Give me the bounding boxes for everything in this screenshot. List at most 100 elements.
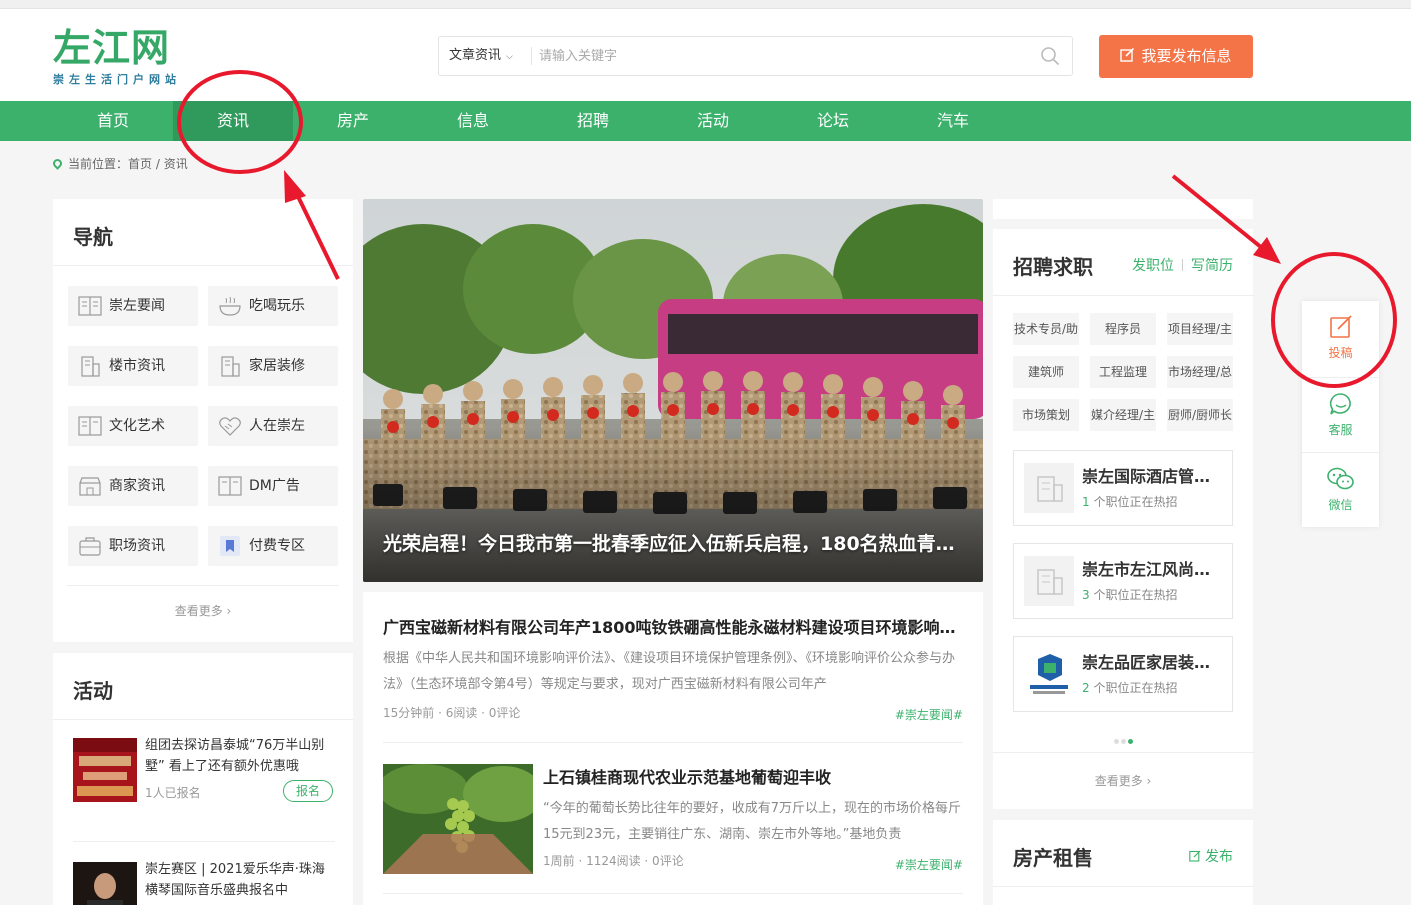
category-dm-ads[interactable]: DM广告 — [208, 466, 338, 506]
search-type-label: 文章资讯 — [449, 48, 502, 63]
job-tag[interactable]: 市场策划 — [1013, 399, 1079, 431]
category-merchant-news[interactable]: 商家资讯 — [68, 466, 198, 506]
article-tag[interactable]: #崇左要闻# — [895, 856, 963, 873]
post-job-link[interactable]: 发职位 — [1132, 258, 1174, 274]
category-chongzuo-news[interactable]: 崇左要闻 — [68, 286, 198, 326]
customer-service-label: 客服 — [1328, 423, 1353, 437]
article-tag[interactable]: #崇左要闻# — [895, 706, 963, 723]
divider — [53, 265, 353, 266]
category-label: 文化艺术 — [109, 418, 165, 434]
publish-info-button[interactable]: 我要发布信息 — [1099, 35, 1253, 78]
job-tag[interactable]: 媒介经理/主 — [1090, 399, 1156, 431]
carousel-dot-active[interactable] — [1127, 739, 1133, 744]
job-tag[interactable]: 程序员 — [1090, 313, 1156, 345]
article-thumbnail[interactable] — [383, 764, 533, 874]
activity-signup-count: 1人已报名 — [145, 786, 201, 800]
carousel-dots — [993, 729, 1253, 748]
job-tag[interactable]: 技术专员/助 — [1013, 313, 1079, 345]
housing-card: 房产租售 发布 — [993, 820, 1253, 905]
handshake-icon — [219, 417, 241, 436]
book-icon — [78, 416, 102, 436]
nav-item-info[interactable]: 信息 — [413, 101, 533, 141]
company-name: 崇左品匠家居装饰有限公司 — [1082, 653, 1222, 672]
job-tag[interactable]: 厨师/厨师长 — [1167, 399, 1233, 431]
building-icon — [81, 356, 100, 377]
nav-item-events[interactable]: 活动 — [653, 101, 773, 141]
hero-caption[interactable]: 光荣启程！今日我市第一批春季应征入伍新兵启程，180名热血青年奔赴军营 — [383, 529, 963, 556]
edit-icon — [1120, 48, 1135, 62]
category-culture-art[interactable]: 文化艺术 — [68, 406, 198, 446]
search-type-select[interactable]: 文章资讯 ⌵ — [449, 37, 513, 75]
activity-title: 活动 — [73, 679, 113, 703]
search-icon[interactable] — [1040, 46, 1060, 66]
job-tag[interactable]: 项目经理/主 — [1167, 313, 1233, 345]
category-label: 付费专区 — [249, 538, 305, 554]
category-paid-zone[interactable]: 付费专区 — [208, 526, 338, 566]
submit-article-button[interactable]: 投稿 — [1302, 301, 1379, 376]
signup-button[interactable]: 报名 — [283, 780, 333, 802]
jobs-title: 招聘求职 — [1013, 255, 1093, 279]
divider — [1182, 259, 1183, 271]
openings-suffix: 个职位正在热招 — [1089, 495, 1178, 509]
nav-item-auto[interactable]: 汽车 — [893, 101, 1013, 141]
category-label: 崇左要闻 — [109, 298, 165, 314]
chat-bubble-icon — [1329, 393, 1351, 415]
company-card[interactable]: 崇左国际酒店管理有限公司 1 个职位正在热招 — [1013, 450, 1233, 526]
nav-item-news[interactable]: 资讯 — [173, 101, 293, 141]
nav-item-home[interactable]: 首页 — [53, 101, 173, 141]
wechat-button[interactable]: 微信 — [1302, 452, 1379, 527]
jobs-card: 招聘求职 发职位 写简历 技术专员/助 程序员 项目经理/主 建筑师 工程监理 市… — [993, 229, 1253, 809]
customer-service-button[interactable]: 客服 — [1302, 377, 1379, 452]
category-home-decor[interactable]: 家居装修 — [208, 346, 338, 386]
category-career[interactable]: 职场资讯 — [68, 526, 198, 566]
category-label: 商家资讯 — [109, 478, 165, 494]
company-name: 崇左国际酒店管理有限公司 — [1082, 467, 1222, 486]
category-label: DM广告 — [249, 478, 300, 494]
housing-title: 房产租售 — [1013, 846, 1093, 870]
category-nav-title: 导航 — [73, 225, 113, 249]
company-openings: 2 个职位正在热招 — [1082, 679, 1177, 696]
divider — [993, 752, 1253, 753]
view-more-link[interactable]: 查看更多 › — [993, 772, 1253, 789]
hero-banner[interactable]: 光荣启程！今日我市第一批春季应征入伍新兵启程，180名热血青年奔赴军营 — [363, 199, 983, 582]
company-openings: 1 个职位正在热招 — [1082, 493, 1177, 510]
logo-text: 左江网 — [53, 25, 171, 70]
carousel-dot[interactable] — [1113, 739, 1119, 744]
company-card[interactable]: 崇左市左江风尚装饰有限公司 3 个职位正在热招 — [1013, 543, 1233, 619]
article-title[interactable]: 上石镇桂商现代农业示范基地葡萄迎丰收 — [543, 764, 963, 788]
article-title[interactable]: 广西宝磁新材料有限公司年产1800吨钕铁硼高性能永磁材料建设项目环境影响第二次公… — [383, 614, 963, 638]
carousel-dot[interactable] — [1120, 739, 1126, 744]
write-resume-link[interactable]: 写简历 — [1191, 258, 1233, 274]
openings-suffix: 个职位正在热招 — [1089, 588, 1178, 602]
view-more-link[interactable]: 查看更多 › — [53, 602, 353, 619]
search-divider — [531, 47, 532, 65]
company-logo-placeholder-icon — [1024, 556, 1074, 606]
category-property-news[interactable]: 楼市资讯 — [68, 346, 198, 386]
nav-item-forum[interactable]: 论坛 — [773, 101, 893, 141]
divider — [383, 893, 963, 894]
category-label: 家居装修 — [249, 358, 305, 374]
company-card[interactable]: 崇左品匠家居装饰有限公司 2 个职位正在热招 — [1013, 636, 1233, 712]
site-logo[interactable]: 左江网 崇左生活门户网站 — [53, 27, 203, 91]
breadcrumb-path[interactable]: 首页 / 资讯 — [128, 157, 188, 171]
job-tag[interactable]: 工程监理 — [1090, 356, 1156, 388]
search-input[interactable] — [539, 37, 1029, 75]
nav-item-jobs[interactable]: 招聘 — [533, 101, 653, 141]
category-people[interactable]: 人在崇左 — [208, 406, 338, 446]
wechat-icon — [1326, 467, 1354, 490]
housing-publish-link[interactable]: 发布 — [1189, 846, 1233, 866]
floating-toolbar: 投稿 客服 微信 — [1302, 301, 1379, 527]
article-item[interactable]: 广西宝磁新材料有限公司年产1800吨钕铁硼高性能永磁材料建设项目环境影响第二次公… — [383, 614, 963, 723]
job-tag[interactable]: 建筑师 — [1013, 356, 1079, 388]
company-logo-placeholder-icon — [1024, 463, 1074, 513]
openings-count: 1 — [1082, 495, 1090, 509]
job-tag[interactable]: 市场经理/总 — [1167, 356, 1233, 388]
category-food-fun[interactable]: 吃喝玩乐 — [208, 286, 338, 326]
nav-item-realestate[interactable]: 房产 — [293, 101, 413, 141]
divider — [53, 719, 353, 720]
article-item[interactable]: 上石镇桂商现代农业示范基地葡萄迎丰收 “今年的葡萄长势比往年的要好，收成有7万斤… — [543, 764, 963, 872]
divider — [993, 295, 1253, 296]
edit-icon — [1189, 850, 1201, 862]
newspaper-icon — [78, 296, 102, 316]
briefcase-icon — [79, 537, 101, 556]
